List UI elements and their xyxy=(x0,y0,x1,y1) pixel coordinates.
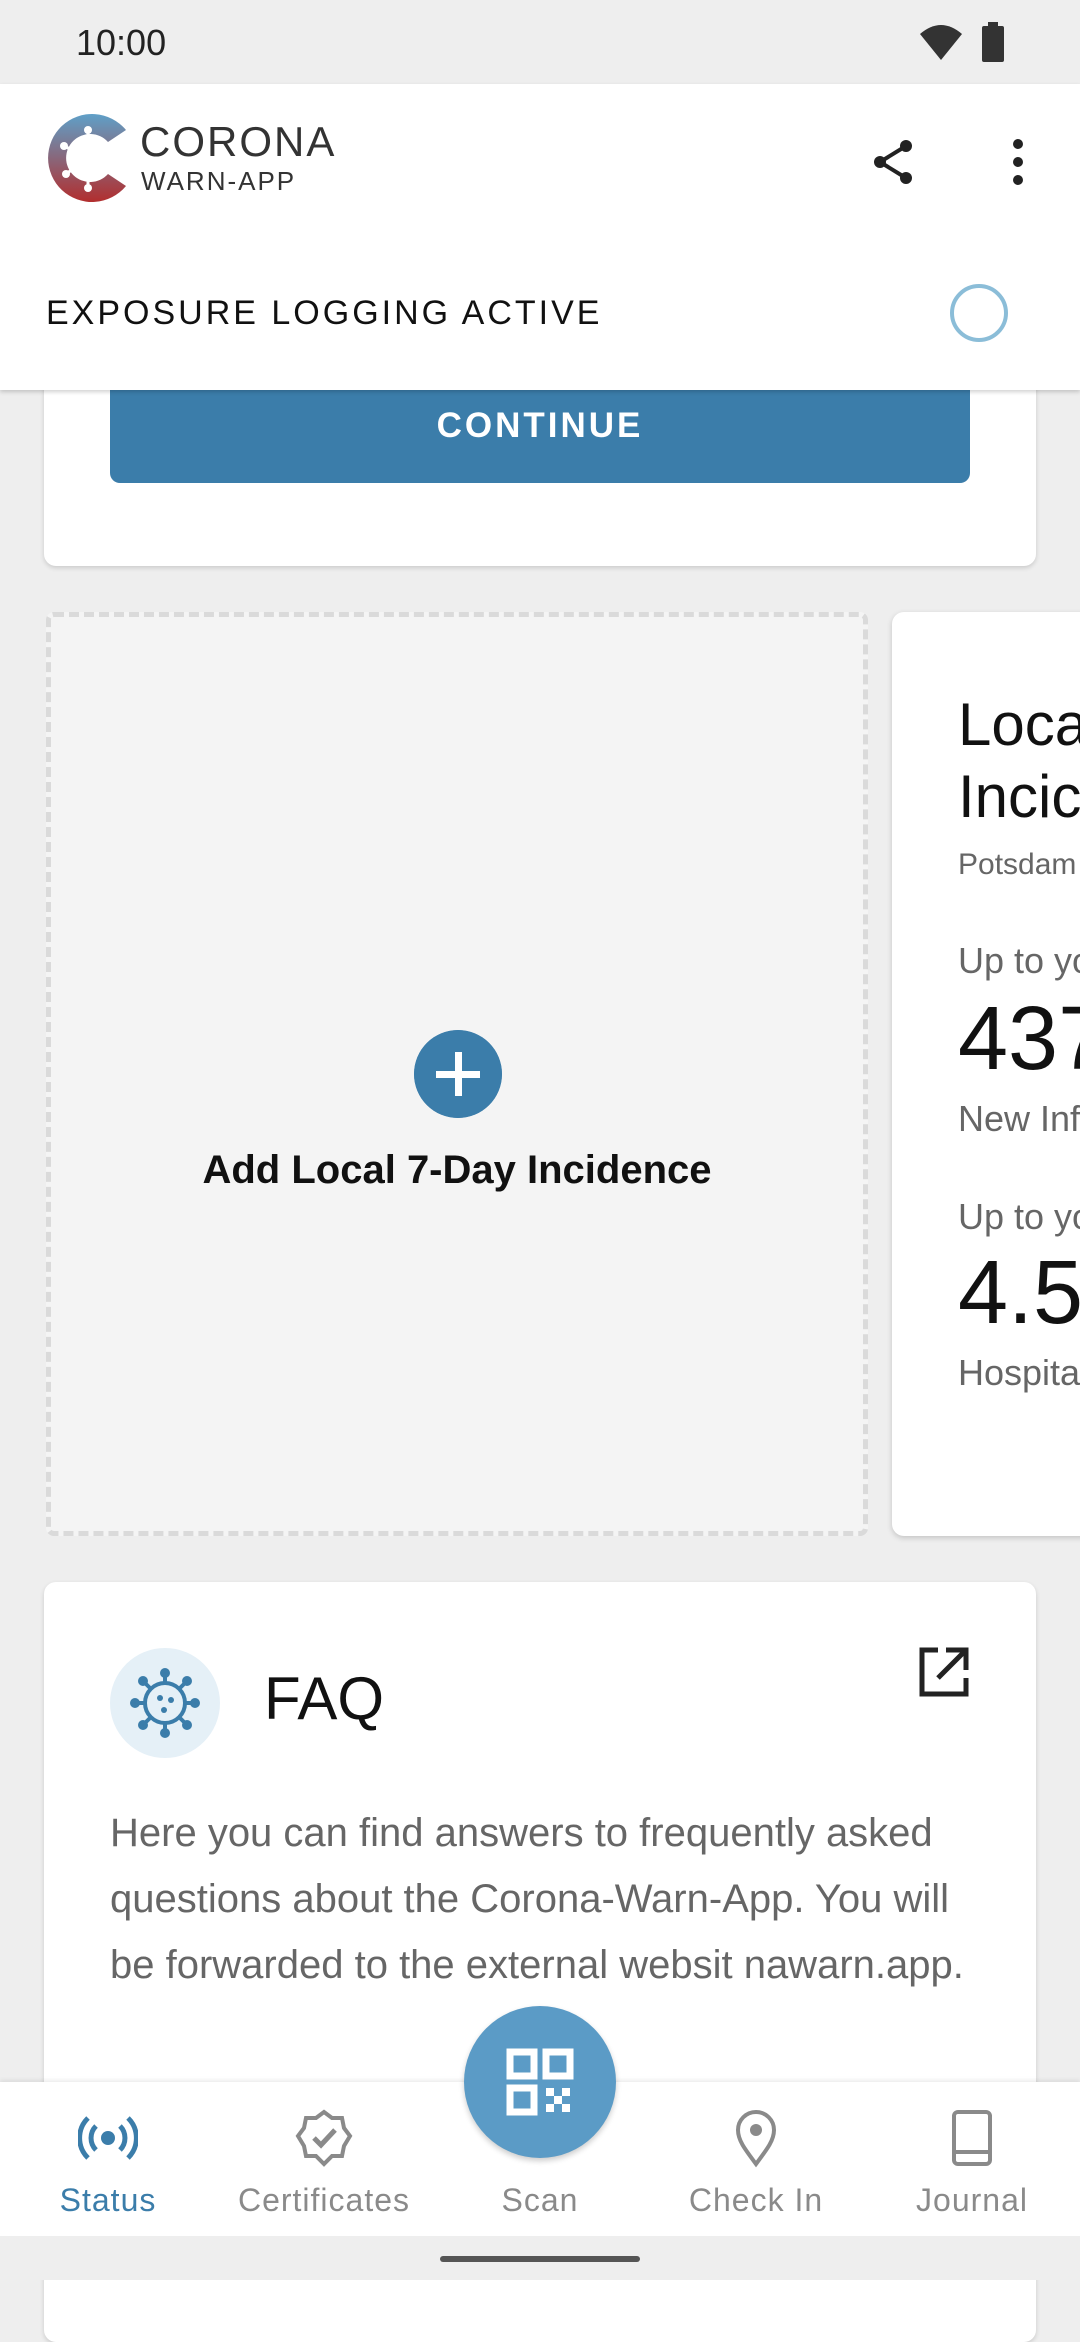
nav-certificates-label: Certificates xyxy=(237,2182,411,2218)
faq-description: Here you can find answers to frequently … xyxy=(110,1811,964,1987)
nav-journal-label: Journal xyxy=(916,2182,1028,2218)
home-gesture-bar[interactable] xyxy=(440,2256,640,2262)
incidence-district: Potsdam xyxy=(958,848,1077,881)
nav-scan-label: Scan xyxy=(501,2182,579,2218)
book-icon xyxy=(952,2110,992,2166)
logo-title: CORONA xyxy=(140,118,337,165)
more-options-icon[interactable] xyxy=(990,134,1046,190)
nav-journal[interactable]: Journal xyxy=(864,2082,1080,2236)
external-link-icon[interactable] xyxy=(916,1644,972,1700)
nav-status-label: Status xyxy=(59,2182,157,2218)
certificate-badge-icon xyxy=(295,2109,353,2167)
exposure-status-ring-icon xyxy=(950,284,1008,342)
faq-icon-background xyxy=(110,1648,220,1758)
incidence-card-title-line2: Incic xyxy=(958,763,1080,830)
nav-status[interactable]: Status xyxy=(0,2082,216,2236)
incidence-row1-label: New Inf xyxy=(958,1098,1080,1139)
incidence-row2-label: Hospita xyxy=(958,1352,1080,1393)
add-plus-icon[interactable] xyxy=(414,1030,502,1118)
continue-button[interactable]: CONTINUE xyxy=(110,385,970,483)
logo-subtitle: WARN-APP xyxy=(141,166,297,196)
nav-certificates[interactable]: Certificates xyxy=(216,2082,432,2236)
scan-button[interactable] xyxy=(464,2006,616,2158)
local-incidence-card[interactable]: Loca Incic Potsdam Up to yo 437 New Inf … xyxy=(892,612,1080,1536)
wifi-icon xyxy=(920,25,962,60)
add-local-incidence-label: Add Local 7-Day Incidence xyxy=(202,1148,712,1192)
incidence-row2-caption: Up to yo xyxy=(958,1196,1080,1237)
location-pin-icon xyxy=(735,2110,777,2168)
app-header: CORONA WARN-APP EXPOSURE LOGGING ACTIVE xyxy=(0,84,1080,390)
corona-warn-app-logo-icon xyxy=(48,114,126,202)
broadcast-icon xyxy=(78,2116,138,2160)
nav-check-in-label: Check In xyxy=(688,2182,824,2218)
qr-code-icon xyxy=(506,2048,574,2116)
battery-icon xyxy=(982,22,1004,62)
exposure-logging-status[interactable]: EXPOSURE LOGGING ACTIVE xyxy=(46,294,602,333)
share-icon[interactable] xyxy=(866,134,922,190)
incidence-card-title-line1: Loca xyxy=(958,691,1080,758)
incidence-row2-value: 4.5 xyxy=(958,1243,1080,1343)
incidence-row1-value: 437 xyxy=(958,989,1080,1089)
incidence-row1-caption: Up to yo xyxy=(958,940,1080,981)
faq-title: FAQ xyxy=(264,1665,385,1732)
nav-check-in[interactable]: Check In xyxy=(648,2082,864,2236)
status-time: 10:00 xyxy=(76,22,167,63)
virus-icon xyxy=(130,1668,200,1738)
